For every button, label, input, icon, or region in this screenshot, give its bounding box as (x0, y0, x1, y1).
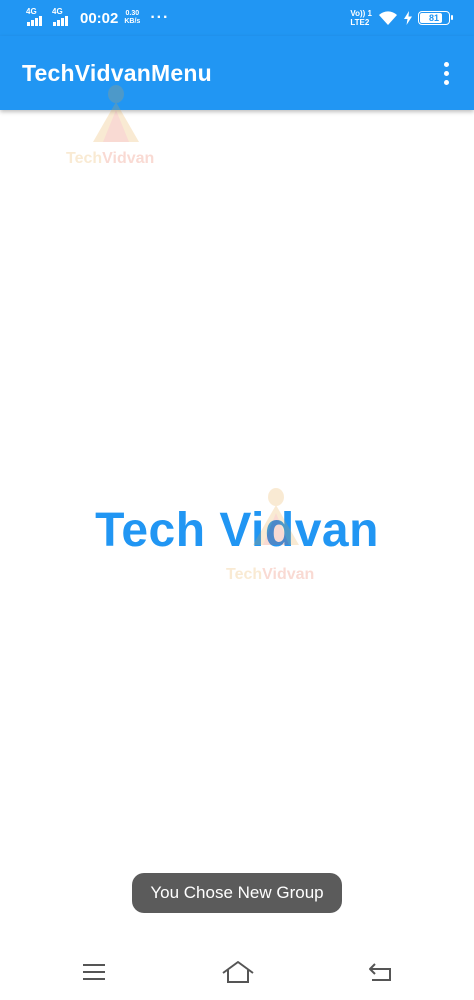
menu-icon[interactable] (79, 959, 109, 985)
network-speed-unit: KB/s (124, 18, 141, 25)
sim2-network-label: 4G (52, 7, 63, 16)
network-speed-value: 0.30 (125, 10, 140, 17)
battery-level: 81 (428, 13, 439, 23)
volte-top-label: Vo)) 1 (350, 9, 372, 18)
watermark-text-part1: Tech (226, 566, 263, 583)
watermark-text-part2: Vidvan (102, 150, 155, 167)
wifi-icon (379, 11, 397, 25)
home-icon[interactable] (221, 959, 255, 985)
watermark-logo-center: TechVidvan (226, 486, 326, 590)
network-speed: 0.30 KB/s (124, 10, 140, 26)
toast-message: You Chose New Group (132, 873, 342, 913)
app-title: TechVidvanMenu (22, 60, 212, 86)
nav-bar (0, 945, 474, 1000)
more-notifications-icon: ··· (150, 9, 170, 26)
back-icon[interactable] (366, 959, 396, 985)
status-right: Vo)) 1 LTE2 81 (350, 9, 453, 27)
status-time: 00:02 (80, 9, 119, 27)
sim2-signal-icon: 4G (52, 7, 72, 27)
charging-icon (404, 11, 412, 25)
watermark-figure-icon (93, 85, 139, 142)
sim1-network-label: 4G (26, 7, 37, 16)
more-vert-icon[interactable] (436, 58, 456, 88)
status-left: 4G 4G 00:02 0.30 KB/s ··· (26, 7, 170, 27)
volte-indicator: Vo)) 1 LTE2 (350, 9, 372, 27)
watermark-figure-icon (253, 488, 299, 545)
sim1-signal-icon: 4G (26, 7, 46, 27)
volte-bottom-label: LTE2 (350, 18, 370, 27)
watermark-logo-top: TechVidvan (66, 84, 166, 174)
watermark-text: TechVidvan (66, 150, 154, 168)
watermark-text-part1: Tech (66, 150, 103, 167)
status-bar: 4G 4G 00:02 0.30 KB/s ··· Vo)) 1 LTE2 81 (0, 0, 474, 36)
watermark-text-part2: Vidvan (262, 566, 315, 583)
watermark-text: TechVidvan (226, 566, 314, 584)
battery-icon: 81 (418, 11, 453, 25)
